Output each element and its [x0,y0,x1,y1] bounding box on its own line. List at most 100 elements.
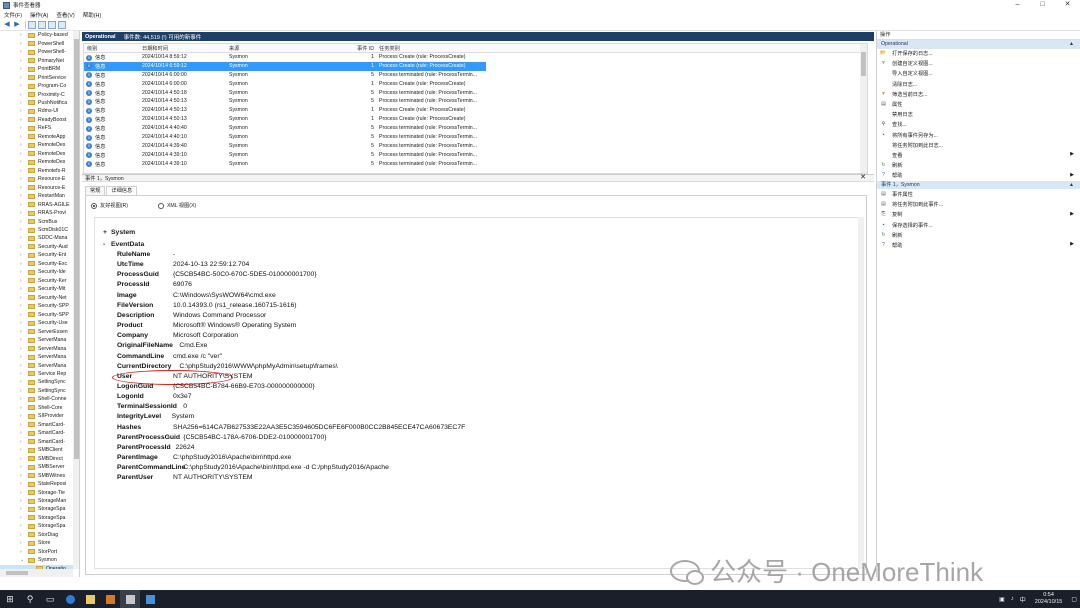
expand-arrow-icon[interactable]: › [20,549,26,555]
expand-arrow-icon[interactable]: › [20,430,26,436]
scroll-thumb[interactable] [861,52,866,76]
network-tray-icon[interactable]: ▣ [999,596,1005,603]
tree-item[interactable]: › ScmDisk01C [0,226,73,234]
tree-item[interactable]: › Resource-E [0,175,73,183]
expand-arrow-icon[interactable]: › [20,439,26,445]
tree-item[interactable]: › StorDiag [0,531,73,539]
expand-arrow-icon[interactable]: › [20,337,26,343]
action-item[interactable]: ▼ 筛选当前日志... [877,89,1080,99]
expand-arrow-icon[interactable]: › [20,32,26,38]
tree-item[interactable]: › Security-Ker [0,277,73,285]
maximize-button[interactable]: □ [1030,0,1055,10]
expand-arrow-icon[interactable]: › [20,159,26,165]
tree-item[interactable]: › Security-Exc [0,260,73,268]
tree-item[interactable]: › StateReposi [0,480,73,488]
expand-arrow-icon[interactable]: › [20,540,26,546]
expand-arrow-icon[interactable]: › [20,117,26,123]
expand-arrow-icon[interactable]: ⌄ [20,557,26,563]
action-item[interactable]: ↻ 刷新 [877,161,1080,171]
tree-item[interactable]: › Resource-E [0,183,73,191]
expand-arrow-icon[interactable]: › [20,456,26,462]
action-item[interactable]: 查看 ▶ [877,150,1080,160]
expand-arrow-icon[interactable]: › [20,295,26,301]
expand-arrow-icon[interactable]: › [20,379,26,385]
xml-view-radio[interactable]: XML 视图(X) [157,202,196,209]
friendly-view-radio[interactable]: 友好视图(R) [91,202,128,209]
expand-arrow-icon[interactable]: › [20,100,26,106]
windows-start-icon[interactable]: ⊞ [0,590,20,608]
expand-arrow-icon[interactable]: › [20,515,26,521]
tab-general[interactable]: 常规 [85,186,106,195]
tree-item[interactable]: › ReFS [0,124,73,132]
tree-item[interactable]: › Security-Aud [0,243,73,251]
tree-item[interactable]: › Security-SPP [0,310,73,318]
expand-arrow-icon[interactable]: › [20,210,26,216]
expand-arrow-icon[interactable]: › [20,58,26,64]
tree-item[interactable]: › RRAS-Provi [0,209,73,217]
action-item[interactable]: 将任务附加到此日志... [877,140,1080,150]
tree-item[interactable]: › SMBClient [0,446,73,454]
tree-item[interactable]: › PrimaryNet [0,56,73,64]
section-system[interactable]: + System [103,229,135,236]
minimize-button[interactable]: – [1005,0,1030,10]
table-row[interactable]: i 信息 2024/10/14 4:40:40 Sysmon 5 Process term… [84,124,867,133]
expand-arrow-icon[interactable]: › [20,134,26,140]
action-item[interactable]: ⚲ 查找... [877,120,1080,130]
expand-arrow-icon[interactable]: › [20,422,26,428]
show-pane-icon[interactable] [58,20,66,29]
expand-arrow-icon[interactable]: › [20,49,26,55]
expand-arrow-icon[interactable]: › [20,532,26,538]
table-row[interactable]: i 信息 2024/10/14 6:00:00 Sysmon 1 Process Crea… [84,80,867,89]
expand-arrow-icon[interactable]: › [20,320,26,326]
table-row[interactable]: i 信息 2024/10/14 4:39:10 Sysmon 5 Process term… [84,160,867,169]
tree-item[interactable]: › PushNotifica [0,99,73,107]
action-item[interactable]: ▤ 将任务附加到此事件... [877,200,1080,210]
expand-arrow-icon[interactable]: › [20,286,26,292]
show-tree-icon[interactable] [28,20,36,29]
table-row[interactable]: i 信息 2024/10/14 6:00:00 Sysmon 5 Process term… [84,71,867,80]
forward-icon[interactable]: ▶ [13,21,21,29]
tree-item[interactable]: › Remotefs-R [0,167,73,175]
expand-arrow-icon[interactable]: › [20,244,26,250]
back-icon[interactable]: ◀ [3,21,11,29]
event-viewer-icon[interactable] [120,590,140,608]
column-header-level[interactable]: 级别 [87,45,97,52]
expand-arrow-icon[interactable]: › [20,269,26,275]
tree-item[interactable]: › Security-Net [0,294,73,302]
properties-icon[interactable] [38,20,46,29]
table-row[interactable]: i 信息 2024/10/14 4:50:13 Sysmon 5 Process term… [84,97,867,106]
tree-item[interactable]: › SIIProvider [0,412,73,420]
table-row[interactable]: i 信息 2024/10/14 8:59:12 Sysmon 1 Process Crea… [84,53,867,62]
tree-item[interactable]: › Security-Mit [0,285,73,293]
tree-item[interactable]: › StorPort [0,548,73,556]
expand-arrow-icon[interactable]: › [20,151,26,157]
explorer-icon[interactable] [80,590,100,608]
grid-vertical-scrollbar[interactable] [860,44,867,173]
tree-item[interactable]: › ServerMana [0,336,73,344]
expand-arrow-icon[interactable]: › [20,202,26,208]
tree-item[interactable]: › RestartMan [0,192,73,200]
action-item[interactable]: ⎘ 复制 ▶ [877,210,1080,220]
expand-arrow-icon[interactable]: › [20,227,26,233]
expand-arrow-icon[interactable]: › [20,142,26,148]
tree-item[interactable]: › Service Rep [0,370,73,378]
expand-arrow-icon[interactable]: › [20,312,26,318]
expand-arrow-icon[interactable]: › [20,66,26,72]
expand-arrow-icon[interactable]: › [20,490,26,496]
collapse-icon[interactable]: - [103,241,111,248]
expand-arrow-icon[interactable]: › [20,41,26,47]
search-icon[interactable]: ⚲ [20,590,40,608]
notification-icon[interactable]: ▢ [1071,596,1077,603]
expand-arrow-icon[interactable]: › [20,261,26,267]
expand-arrow-icon[interactable]: › [20,405,26,411]
tree-item[interactable]: › RRAS-AGILE [0,200,73,208]
action-item[interactable]: ? 帮助 ▶ [877,171,1080,181]
table-row[interactable]: i 信息 2024/10/14 4:39:40 Sysmon 5 Process term… [84,142,867,151]
tree-item[interactable]: › Shell-Conne [0,395,73,403]
tree-item[interactable]: › Security-Use [0,319,73,327]
action-item[interactable]: 导入自定义视图... [877,69,1080,79]
column-header-datetime[interactable]: 日期和时间 [142,45,168,52]
action-item[interactable]: ↻ 刷新 [877,230,1080,240]
action-item[interactable]: ▤ 属性 [877,99,1080,109]
tree-item[interactable]: › StorageSpa [0,522,73,530]
